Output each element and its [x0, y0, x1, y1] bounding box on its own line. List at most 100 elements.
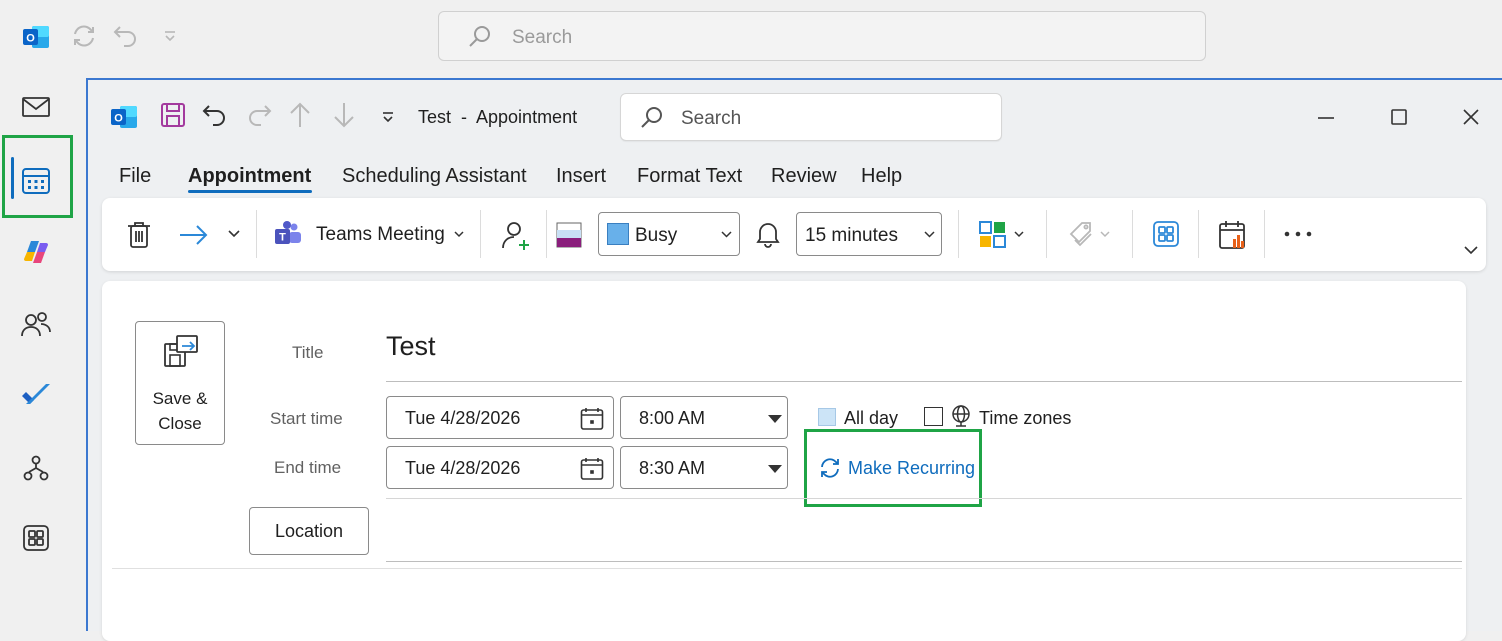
end-date-picker[interactable]: Tue 4/28/2026 [386, 446, 614, 489]
ribbon-separator [1132, 210, 1133, 258]
tab-help[interactable]: Help [861, 165, 902, 188]
categorize-icon[interactable] [978, 220, 1008, 250]
customize-toolbar-icon[interactable] [162, 30, 178, 42]
scheduling-insights-icon[interactable] [1218, 219, 1248, 251]
undo-icon[interactable] [112, 22, 140, 50]
categorize-dropdown-icon[interactable] [1014, 231, 1024, 238]
svg-text:O: O [26, 33, 35, 45]
all-day-label: All day [844, 408, 899, 428]
end-time-dropdown[interactable]: 8:30 AM [620, 446, 788, 489]
teams-meeting-label[interactable]: Teams Meeting [316, 224, 445, 246]
teams-icon[interactable]: T [274, 220, 302, 248]
forward-dropdown-icon[interactable] [228, 230, 240, 238]
mail-icon[interactable] [14, 85, 58, 129]
title-input[interactable]: Test [386, 331, 436, 362]
busy-swatch [607, 223, 629, 245]
delete-icon[interactable] [126, 221, 152, 249]
tab-format-text[interactable]: Format Text [637, 165, 742, 188]
chevron-down-icon [721, 231, 732, 238]
time-divider [386, 498, 1462, 499]
save-close-button[interactable]: Save & Close [135, 321, 225, 445]
tab-appointment[interactable]: Appointment [188, 165, 311, 188]
appointment-search-box[interactable]: Search [620, 93, 1002, 141]
chevron-down-icon [768, 415, 782, 423]
ribbon-separator [1264, 210, 1265, 258]
tags-dropdown-icon[interactable] [1100, 231, 1110, 238]
show-as-dropdown[interactable]: Busy [598, 212, 740, 256]
location-button[interactable]: Location [249, 507, 369, 555]
outlook-logo-icon: O [110, 104, 138, 130]
customize-toolbar-icon[interactable] [380, 111, 396, 123]
copilot-icon[interactable] [14, 230, 58, 274]
appointment-window: O Test - Appointment Search File Appoint… [86, 78, 1502, 641]
end-time-value: 8:30 AM [639, 458, 706, 478]
maximize-icon[interactable] [1390, 108, 1408, 126]
apps-grid-icon[interactable] [1152, 220, 1180, 248]
apps-icon[interactable] [14, 516, 58, 560]
start-time-value: 8:00 AM [639, 408, 706, 428]
ribbon-separator [480, 210, 481, 258]
start-date-picker[interactable]: Tue 4/28/2026 [386, 396, 614, 439]
previous-item-icon[interactable] [288, 101, 312, 129]
save-close-icon [163, 334, 199, 370]
title-underline [386, 381, 1462, 382]
show-as-value: Busy [635, 225, 678, 246]
tab-review[interactable]: Review [771, 165, 837, 188]
todo-icon[interactable] [14, 373, 58, 417]
next-item-icon[interactable] [332, 101, 356, 129]
tab-file[interactable]: File [119, 165, 151, 188]
show-as-color-icon [556, 222, 582, 248]
svg-text:O: O [114, 113, 123, 125]
time-zones-label: Time zones [979, 408, 1072, 428]
teams-dropdown-icon[interactable] [454, 231, 464, 238]
make-recurring-highlight-box [804, 429, 982, 507]
search-icon [639, 105, 665, 131]
expand-ribbon-icon[interactable] [1464, 246, 1478, 255]
people-icon[interactable] [14, 302, 58, 346]
start-time-dropdown[interactable]: 8:00 AM [620, 396, 788, 439]
redo-icon[interactable] [245, 101, 273, 129]
ribbon-toolbar: T Teams Meeting Busy 15 minutes [102, 198, 1486, 271]
ribbon-separator [1198, 210, 1199, 258]
tab-scheduling-assistant[interactable]: Scheduling Assistant [342, 165, 527, 188]
reminder-bell-icon [755, 220, 781, 248]
undo-icon[interactable] [201, 101, 229, 129]
end-date-value: Tue 4/28/2026 [405, 458, 521, 478]
minimize-icon[interactable] [1316, 116, 1336, 120]
calendar-picker-icon[interactable] [580, 457, 604, 481]
end-time-label: End time [274, 458, 342, 477]
globe-icon [950, 404, 972, 428]
svg-text:T: T [279, 232, 286, 244]
calendar-picker-icon[interactable] [580, 407, 604, 431]
time-zones-checkbox[interactable] [924, 407, 943, 426]
ribbon-separator [958, 210, 959, 258]
save-close-label: Save & Close [152, 389, 208, 433]
reminder-dropdown[interactable]: 15 minutes [796, 212, 942, 256]
sync-icon[interactable] [70, 22, 98, 50]
start-date-value: Tue 4/28/2026 [405, 408, 521, 428]
main-search-box[interactable]: Search [438, 11, 1206, 61]
main-search-placeholder: Search [512, 27, 573, 48]
ribbon-separator [256, 210, 257, 258]
all-day-checkbox[interactable] [818, 408, 836, 426]
start-time-label: Start time [270, 409, 343, 428]
more-options-icon[interactable] [1284, 231, 1312, 237]
location-underline [386, 561, 1462, 562]
outlook-logo-icon: O [22, 24, 50, 50]
active-tab-underline [188, 190, 312, 193]
reminder-value: 15 minutes [805, 225, 898, 246]
save-icon[interactable] [159, 101, 187, 129]
org-explorer-icon[interactable] [14, 446, 58, 490]
invite-attendees-icon[interactable] [500, 220, 532, 252]
tab-insert[interactable]: Insert [556, 165, 606, 188]
search-icon [467, 24, 493, 50]
close-icon[interactable] [1462, 108, 1480, 126]
forward-icon[interactable] [178, 223, 210, 247]
calendar-highlight-box [2, 135, 73, 218]
chevron-down-icon [924, 231, 935, 238]
form-divider [112, 568, 1462, 569]
ribbon-separator [546, 210, 547, 258]
tags-icon[interactable] [1068, 220, 1096, 250]
chevron-down-icon [768, 465, 782, 473]
ribbon-separator [1046, 210, 1047, 258]
